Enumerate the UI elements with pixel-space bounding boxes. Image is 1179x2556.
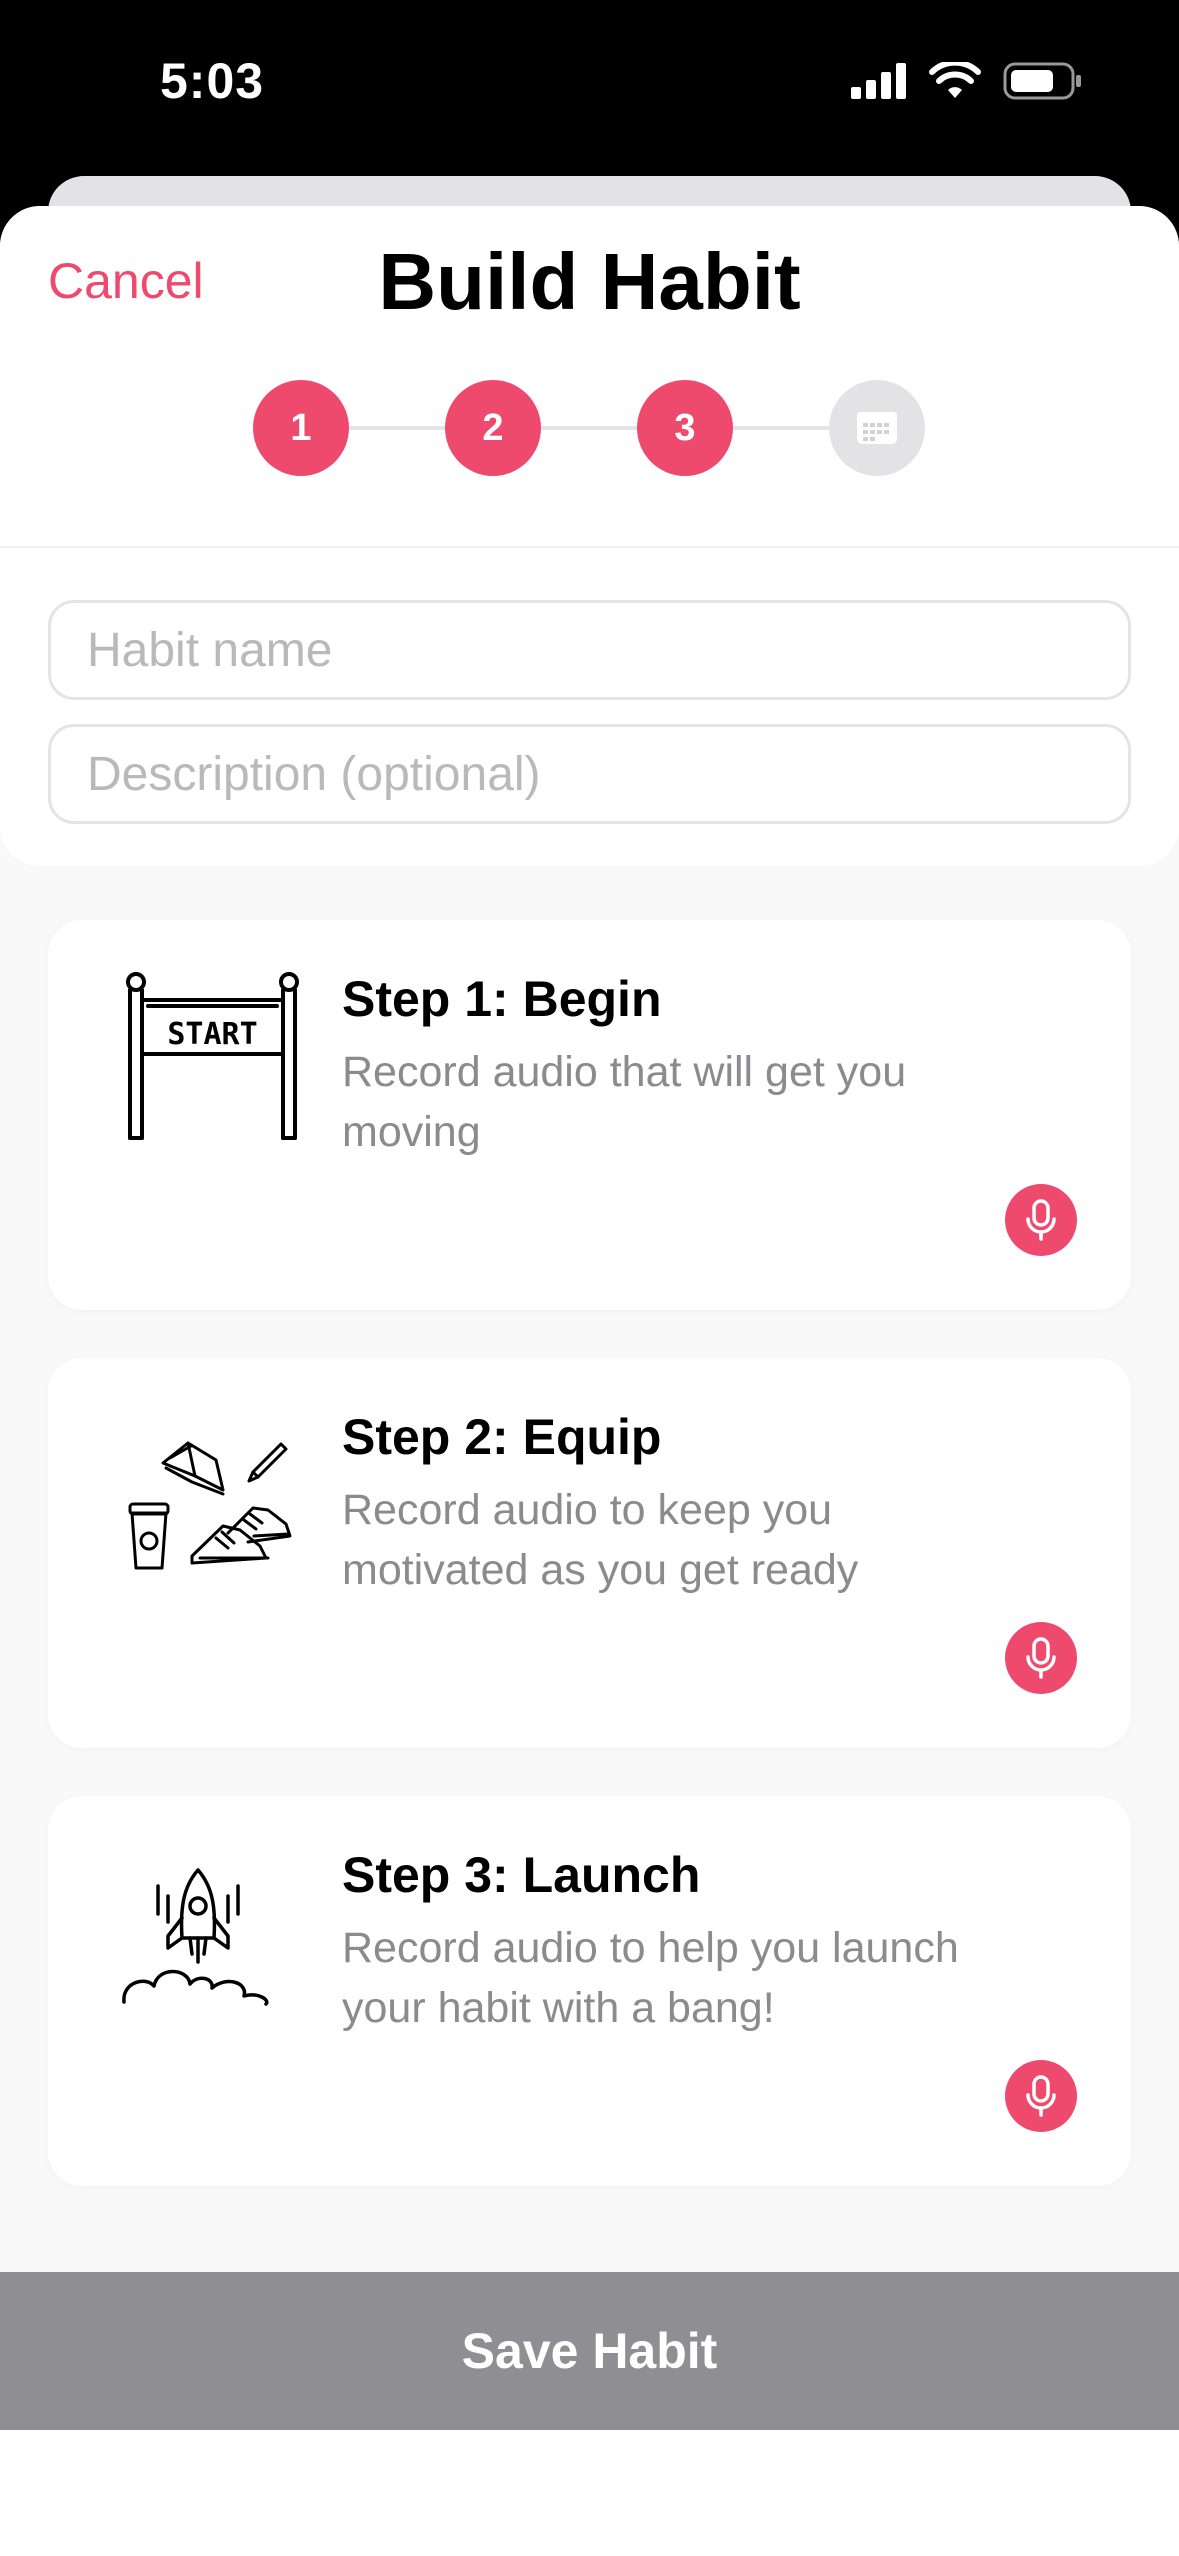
home-indicator-area [0,2430,1179,2556]
rocket-launch-icon [122,1868,269,2006]
microphone-icon [1026,1199,1056,1241]
step-card-begin[interactable]: START Step 1: Begin Record audio that wi… [48,920,1131,1310]
progress-stepper: 1 2 3 [253,380,927,476]
build-habit-sheet: Cancel Build Habit 1 2 3 Habit name Desc… [0,206,1179,2556]
step-title: Step 2: Equip [342,1409,662,1465]
step-connector [541,426,637,430]
step-title: Step 1: Begin [342,971,662,1027]
microphone-icon [1026,2075,1056,2117]
record-audio-button[interactable] [1005,1622,1077,1694]
page-title: Build Habit [378,237,801,326]
header: Cancel Build Habit 1 2 3 [0,206,1179,548]
step-indicator-1[interactable]: 1 [253,380,349,476]
status-bar: 5:03 [0,0,1179,175]
save-habit-button[interactable]: Save Habit [0,2272,1179,2430]
microphone-icon [1026,1637,1056,1679]
habit-name-input[interactable] [48,600,1131,700]
step-connector [349,426,445,430]
calendar-icon [857,412,897,444]
start-sign-text: START [167,1017,257,1052]
step-description: Record audio to help you launch your hab… [342,1924,959,2032]
start-banner-icon: START [126,972,299,1140]
habit-form [0,548,1179,866]
record-audio-button[interactable] [1005,2060,1077,2132]
status-icons [851,62,1083,100]
step-title: Step 3: Launch [342,1847,701,1903]
step-card-equip[interactable]: Step 2: Equip Record audio to keep you m… [48,1358,1131,1748]
step-card-launch[interactable]: Step 3: Launch Record audio to help you … [48,1796,1131,2186]
step-description: Record audio that will get you moving [342,1048,907,1156]
step-indicator-3[interactable]: 3 [637,380,733,476]
gear-items-icon [128,1441,292,1570]
status-time: 5:03 [160,53,265,109]
battery-icon [1003,62,1081,100]
cellular-signal-icon [851,63,906,99]
step-connector [733,426,829,430]
step-indicator-schedule[interactable] [829,380,925,476]
step-description: Record audio to keep you motivated as yo… [342,1486,859,1594]
step-indicator-2[interactable]: 2 [445,380,541,476]
wifi-icon [929,62,981,98]
record-audio-button[interactable] [1005,1184,1077,1256]
description-input[interactable] [48,724,1131,824]
